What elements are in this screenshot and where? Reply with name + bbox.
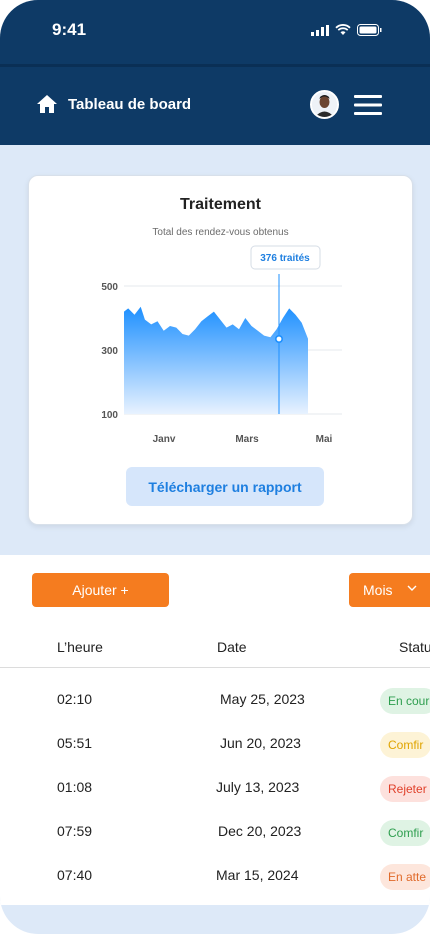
row-time: 01:08 bbox=[57, 779, 93, 795]
status-badge: Rejeter bbox=[380, 776, 430, 802]
signal-icon bbox=[311, 24, 329, 36]
wifi-icon bbox=[335, 24, 351, 35]
row-time: 07:59 bbox=[57, 823, 93, 839]
battery-icon bbox=[357, 24, 382, 36]
avatar[interactable] bbox=[310, 90, 339, 119]
x-tick-label: Mai bbox=[316, 434, 333, 445]
app-header: 9:41 Tableau de board bbox=[0, 0, 430, 145]
row-date: May 25, 2023 bbox=[220, 691, 305, 707]
y-tick-label: 500 bbox=[101, 282, 118, 293]
y-tick-label: 100 bbox=[101, 410, 118, 421]
column-header-status[interactable]: Statu bbox=[399, 639, 430, 655]
row-date: July 13, 2023 bbox=[216, 779, 300, 795]
column-header-date[interactable]: Date bbox=[217, 639, 247, 655]
chevron-down-icon bbox=[407, 585, 417, 591]
row-time: 07:40 bbox=[57, 867, 93, 883]
status-badge: Comfir bbox=[380, 820, 430, 846]
month-dropdown-label: Mois bbox=[363, 582, 393, 598]
row-time: 02:10 bbox=[57, 691, 93, 707]
header-divider-line bbox=[0, 667, 430, 668]
download-report-button[interactable]: Télécharger un rapport bbox=[126, 467, 324, 506]
y-tick-label: 300 bbox=[101, 346, 118, 357]
status-badge: En cour bbox=[380, 688, 430, 714]
column-header-time[interactable]: L’heure bbox=[57, 639, 103, 655]
menu-icon[interactable] bbox=[354, 95, 382, 115]
status-badge: Comfir bbox=[380, 732, 430, 758]
home-icon[interactable] bbox=[36, 93, 58, 115]
tooltip-label: 376 traités bbox=[260, 253, 310, 264]
header-divider bbox=[0, 64, 430, 67]
row-date: Dec 20, 2023 bbox=[218, 823, 302, 839]
appointments-panel: Ajouter + Mois L’heure Date Statu 02:10 … bbox=[0, 555, 430, 905]
x-tick-label: Mars bbox=[235, 434, 259, 445]
add-button[interactable]: Ajouter + bbox=[32, 573, 169, 607]
area-chart: 500 300 100 Janv Mars Mai 376 traités bbox=[101, 245, 342, 445]
status-time: 9:41 bbox=[52, 20, 87, 39]
month-dropdown[interactable]: Mois bbox=[349, 573, 430, 607]
row-date: Jun 20, 2023 bbox=[220, 735, 301, 751]
phone-frame: 9:41 Tableau de board Traitement Total d… bbox=[0, 0, 430, 934]
status-icons bbox=[311, 24, 382, 36]
chart-area bbox=[124, 306, 308, 414]
x-tick-label: Janv bbox=[153, 434, 176, 445]
status-badge: En atte bbox=[380, 864, 430, 890]
row-date: Mar 15, 2024 bbox=[216, 867, 299, 883]
header-title: Tableau de board bbox=[68, 96, 192, 113]
tooltip-point[interactable] bbox=[275, 335, 284, 344]
treatment-card: Traitement Total des rendez-vous obtenus… bbox=[28, 175, 413, 525]
row-time: 05:51 bbox=[57, 735, 93, 751]
